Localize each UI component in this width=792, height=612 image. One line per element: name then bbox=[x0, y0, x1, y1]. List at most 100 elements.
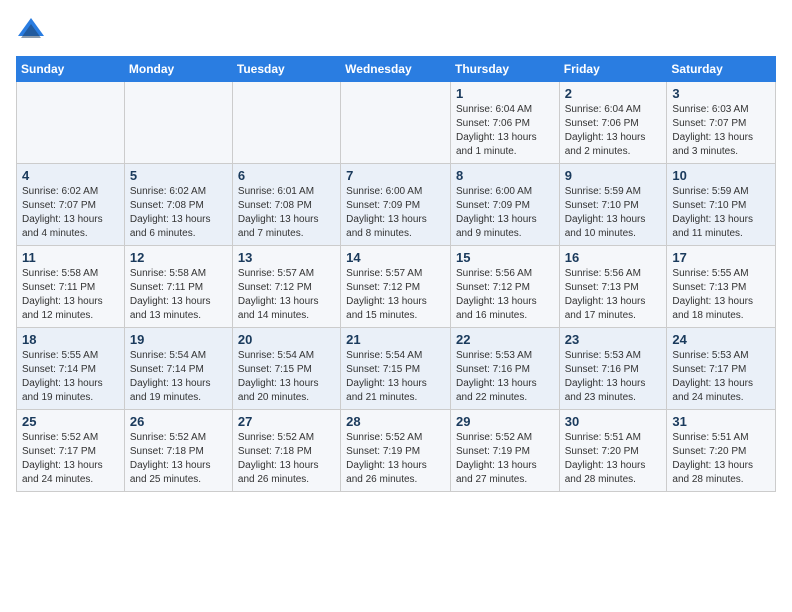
day-number: 5 bbox=[130, 168, 227, 183]
day-number: 30 bbox=[565, 414, 662, 429]
day-info: Sunrise: 5:53 AMSunset: 7:17 PMDaylight:… bbox=[672, 349, 770, 405]
calendar-week-5: 25 Sunrise: 5:52 AMSunset: 7:17 PMDayligh… bbox=[17, 410, 776, 492]
calendar-cell: 23 Sunrise: 5:53 AMSunset: 7:16 PMDayligh… bbox=[559, 328, 667, 410]
calendar-cell: 24 Sunrise: 5:53 AMSunset: 7:17 PMDayligh… bbox=[667, 328, 776, 410]
calendar-cell: 19 Sunrise: 5:54 AMSunset: 7:14 PMDayligh… bbox=[124, 328, 232, 410]
day-number: 15 bbox=[456, 250, 554, 265]
calendar-cell: 14 Sunrise: 5:57 AMSunset: 7:12 PMDayligh… bbox=[341, 246, 451, 328]
day-info: Sunrise: 5:52 AMSunset: 7:18 PMDaylight:… bbox=[238, 431, 335, 487]
day-info: Sunrise: 5:53 AMSunset: 7:16 PMDaylight:… bbox=[565, 349, 662, 405]
day-number: 19 bbox=[130, 332, 227, 347]
day-number: 2 bbox=[565, 86, 662, 101]
calendar-cell: 25 Sunrise: 5:52 AMSunset: 7:17 PMDayligh… bbox=[17, 410, 125, 492]
logo bbox=[16, 16, 50, 46]
weekday-row: SundayMondayTuesdayWednesdayThursdayFrid… bbox=[17, 57, 776, 82]
calendar-cell: 10 Sunrise: 5:59 AMSunset: 7:10 PMDayligh… bbox=[667, 164, 776, 246]
day-number: 18 bbox=[22, 332, 119, 347]
day-number: 13 bbox=[238, 250, 335, 265]
day-info: Sunrise: 5:58 AMSunset: 7:11 PMDaylight:… bbox=[22, 267, 119, 323]
header bbox=[16, 16, 776, 46]
day-number: 31 bbox=[672, 414, 770, 429]
day-info: Sunrise: 6:04 AMSunset: 7:06 PMDaylight:… bbox=[456, 103, 554, 159]
calendar-cell: 3 Sunrise: 6:03 AMSunset: 7:07 PMDaylight… bbox=[667, 82, 776, 164]
calendar-cell: 9 Sunrise: 5:59 AMSunset: 7:10 PMDaylight… bbox=[559, 164, 667, 246]
day-number: 10 bbox=[672, 168, 770, 183]
day-info: Sunrise: 6:02 AMSunset: 7:07 PMDaylight:… bbox=[22, 185, 119, 241]
calendar-cell bbox=[17, 82, 125, 164]
day-number: 16 bbox=[565, 250, 662, 265]
day-number: 28 bbox=[346, 414, 445, 429]
day-number: 14 bbox=[346, 250, 445, 265]
day-number: 6 bbox=[238, 168, 335, 183]
day-number: 25 bbox=[22, 414, 119, 429]
calendar-cell: 8 Sunrise: 6:00 AMSunset: 7:09 PMDaylight… bbox=[450, 164, 559, 246]
day-info: Sunrise: 5:55 AMSunset: 7:14 PMDaylight:… bbox=[22, 349, 119, 405]
calendar-cell: 31 Sunrise: 5:51 AMSunset: 7:20 PMDayligh… bbox=[667, 410, 776, 492]
calendar-cell: 27 Sunrise: 5:52 AMSunset: 7:18 PMDayligh… bbox=[232, 410, 340, 492]
day-number: 26 bbox=[130, 414, 227, 429]
calendar-cell: 7 Sunrise: 6:00 AMSunset: 7:09 PMDaylight… bbox=[341, 164, 451, 246]
day-info: Sunrise: 5:57 AMSunset: 7:12 PMDaylight:… bbox=[238, 267, 335, 323]
day-number: 23 bbox=[565, 332, 662, 347]
calendar-cell: 26 Sunrise: 5:52 AMSunset: 7:18 PMDayligh… bbox=[124, 410, 232, 492]
day-number: 24 bbox=[672, 332, 770, 347]
calendar-cell: 28 Sunrise: 5:52 AMSunset: 7:19 PMDayligh… bbox=[341, 410, 451, 492]
day-number: 8 bbox=[456, 168, 554, 183]
day-number: 9 bbox=[565, 168, 662, 183]
day-info: Sunrise: 6:01 AMSunset: 7:08 PMDaylight:… bbox=[238, 185, 335, 241]
day-number: 27 bbox=[238, 414, 335, 429]
day-number: 3 bbox=[672, 86, 770, 101]
weekday-header-monday: Monday bbox=[124, 57, 232, 82]
calendar-cell bbox=[341, 82, 451, 164]
weekday-header-friday: Friday bbox=[559, 57, 667, 82]
calendar-cell: 11Sunrise: 5:58 AMSunset: 7:11 PMDayligh… bbox=[17, 246, 125, 328]
day-info: Sunrise: 6:00 AMSunset: 7:09 PMDaylight:… bbox=[456, 185, 554, 241]
weekday-header-wednesday: Wednesday bbox=[341, 57, 451, 82]
day-number: 21 bbox=[346, 332, 445, 347]
calendar-header: SundayMondayTuesdayWednesdayThursdayFrid… bbox=[17, 57, 776, 82]
calendar-week-2: 4Sunrise: 6:02 AMSunset: 7:07 PMDaylight… bbox=[17, 164, 776, 246]
day-info: Sunrise: 6:03 AMSunset: 7:07 PMDaylight:… bbox=[672, 103, 770, 159]
day-info: Sunrise: 5:52 AMSunset: 7:19 PMDaylight:… bbox=[456, 431, 554, 487]
day-info: Sunrise: 5:59 AMSunset: 7:10 PMDaylight:… bbox=[565, 185, 662, 241]
day-info: Sunrise: 5:54 AMSunset: 7:15 PMDaylight:… bbox=[238, 349, 335, 405]
day-number: 1 bbox=[456, 86, 554, 101]
day-info: Sunrise: 5:58 AMSunset: 7:11 PMDaylight:… bbox=[130, 267, 227, 323]
calendar-body: 1 Sunrise: 6:04 AMSunset: 7:06 PMDaylight… bbox=[17, 82, 776, 492]
weekday-header-sunday: Sunday bbox=[17, 57, 125, 82]
calendar-cell bbox=[124, 82, 232, 164]
day-info: Sunrise: 6:00 AMSunset: 7:09 PMDaylight:… bbox=[346, 185, 445, 241]
calendar-cell: 12 Sunrise: 5:58 AMSunset: 7:11 PMDayligh… bbox=[124, 246, 232, 328]
day-info: Sunrise: 5:54 AMSunset: 7:15 PMDaylight:… bbox=[346, 349, 445, 405]
calendar-cell: 5 Sunrise: 6:02 AMSunset: 7:08 PMDaylight… bbox=[124, 164, 232, 246]
day-info: Sunrise: 5:54 AMSunset: 7:14 PMDaylight:… bbox=[130, 349, 227, 405]
calendar-cell: 20Sunrise: 5:54 AMSunset: 7:15 PMDayligh… bbox=[232, 328, 340, 410]
day-info: Sunrise: 5:51 AMSunset: 7:20 PMDaylight:… bbox=[565, 431, 662, 487]
day-number: 17 bbox=[672, 250, 770, 265]
day-info: Sunrise: 5:56 AMSunset: 7:13 PMDaylight:… bbox=[565, 267, 662, 323]
weekday-header-saturday: Saturday bbox=[667, 57, 776, 82]
calendar-week-1: 1 Sunrise: 6:04 AMSunset: 7:06 PMDaylight… bbox=[17, 82, 776, 164]
day-info: Sunrise: 5:53 AMSunset: 7:16 PMDaylight:… bbox=[456, 349, 554, 405]
day-number: 7 bbox=[346, 168, 445, 183]
calendar-cell: 1 Sunrise: 6:04 AMSunset: 7:06 PMDaylight… bbox=[450, 82, 559, 164]
calendar-cell: 15Sunrise: 5:56 AMSunset: 7:12 PMDayligh… bbox=[450, 246, 559, 328]
day-number: 29 bbox=[456, 414, 554, 429]
day-info: Sunrise: 5:52 AMSunset: 7:19 PMDaylight:… bbox=[346, 431, 445, 487]
weekday-header-thursday: Thursday bbox=[450, 57, 559, 82]
day-info: Sunrise: 5:52 AMSunset: 7:18 PMDaylight:… bbox=[130, 431, 227, 487]
day-info: Sunrise: 5:57 AMSunset: 7:12 PMDaylight:… bbox=[346, 267, 445, 323]
calendar-cell: 6 Sunrise: 6:01 AMSunset: 7:08 PMDaylight… bbox=[232, 164, 340, 246]
calendar-cell: 30 Sunrise: 5:51 AMSunset: 7:20 PMDayligh… bbox=[559, 410, 667, 492]
day-info: Sunrise: 5:59 AMSunset: 7:10 PMDaylight:… bbox=[672, 185, 770, 241]
day-number: 12 bbox=[130, 250, 227, 265]
weekday-header-tuesday: Tuesday bbox=[232, 57, 340, 82]
calendar-week-3: 11Sunrise: 5:58 AMSunset: 7:11 PMDayligh… bbox=[17, 246, 776, 328]
calendar-table: SundayMondayTuesdayWednesdayThursdayFrid… bbox=[16, 56, 776, 492]
day-info: Sunrise: 5:55 AMSunset: 7:13 PMDaylight:… bbox=[672, 267, 770, 323]
logo-icon bbox=[16, 16, 46, 46]
day-info: Sunrise: 6:02 AMSunset: 7:08 PMDaylight:… bbox=[130, 185, 227, 241]
day-info: Sunrise: 5:52 AMSunset: 7:17 PMDaylight:… bbox=[22, 431, 119, 487]
calendar-cell: 29 Sunrise: 5:52 AMSunset: 7:19 PMDayligh… bbox=[450, 410, 559, 492]
day-info: Sunrise: 5:51 AMSunset: 7:20 PMDaylight:… bbox=[672, 431, 770, 487]
